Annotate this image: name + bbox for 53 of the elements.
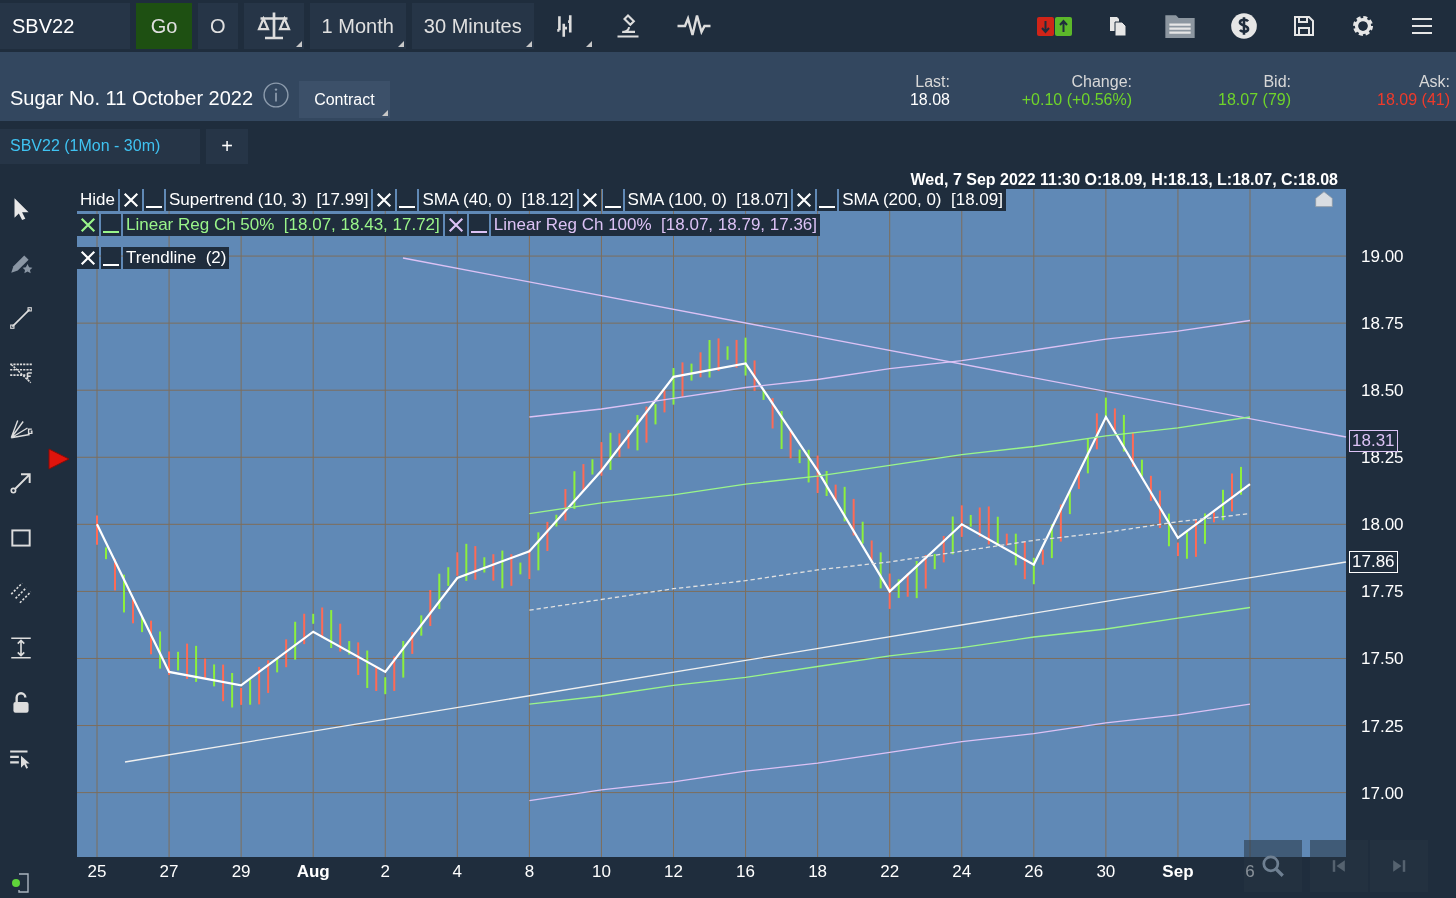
- date-axis-label: 22: [880, 862, 900, 881]
- quote-label: Change:: [1071, 73, 1132, 91]
- price-axis-label: 18.00: [1361, 515, 1404, 535]
- date-axis-label: 6: [1245, 862, 1255, 881]
- price-axis-label: 17.75: [1361, 582, 1404, 602]
- date-axis-label: 18: [808, 862, 828, 881]
- range-dropdown[interactable]: 1 Month: [309, 3, 406, 49]
- date-axis-label: 10: [592, 862, 611, 881]
- date-axis-label: 26: [1024, 862, 1044, 881]
- quote-value: +0.10 (+0.56%): [1021, 91, 1132, 109]
- bar-info-text: Wed, 7 Sep 2022 11:30 O:18.09, H:18.13, L:18.07, C:18.08: [910, 171, 1338, 189]
- price-axis-label: 17.50: [1361, 649, 1404, 669]
- go-button[interactable]: Go: [136, 3, 192, 49]
- price-axis-label: 17.25: [1361, 716, 1404, 736]
- date-axis-label: Aug: [296, 862, 330, 881]
- date-axis-label: 12: [664, 862, 683, 881]
- date-axis-label: 25: [87, 862, 107, 881]
- price-axis-label: 18.75: [1361, 314, 1404, 334]
- quote-label: Ask:: [1418, 73, 1450, 91]
- date-axis-label: 24: [952, 862, 972, 881]
- date-axis-label: 27: [159, 862, 179, 881]
- indicator-label: Linear Reg Ch 100% [18.07, 18.79, 17.36]: [490, 214, 821, 236]
- interval-dropdown[interactable]: 30 Minutes: [411, 3, 534, 49]
- symbol-input[interactable]: SBV22: [0, 3, 130, 49]
- chart-tab[interactable]: SBV22 (1Mon - 30m): [0, 128, 200, 164]
- price-tag: 17.86: [1349, 550, 1398, 573]
- price-tag: 18.31: [1349, 430, 1398, 453]
- price-axis-label: 19.00: [1361, 247, 1404, 267]
- indicator-label: SMA (200, 0) [18.09]: [839, 189, 1006, 211]
- indicator-label: Linear Reg Ch 50% [18.07, 18.43, 17.72]: [123, 214, 443, 236]
- contract-dropdown[interactable]: Contract: [299, 81, 390, 118]
- quote-value: 18.07 (79): [1218, 91, 1291, 109]
- instrument-title: Sugar No. 11 October 2022: [10, 87, 254, 110]
- date-axis-label: 4: [452, 862, 463, 881]
- quote-value: 18.09 (41): [1377, 91, 1450, 109]
- indicator-label: Trendline (2): [123, 247, 230, 269]
- date-axis-label: 16: [736, 862, 755, 881]
- add-tab-button[interactable]: +: [206, 128, 248, 164]
- quote-label: Last:: [915, 73, 950, 91]
- indicator-label: Supertrend (10, 3) [17.99]: [165, 189, 372, 211]
- price-axis-label: 17.00: [1361, 783, 1404, 803]
- quote-label: Bid:: [1263, 73, 1291, 91]
- indicator-label: SMA (40, 0) [18.12]: [419, 189, 577, 211]
- indicator-label: SMA (100, 0) [18.07]: [624, 189, 792, 211]
- quote-value: 18.08: [909, 91, 950, 109]
- date-axis-label: Sep: [1162, 862, 1194, 881]
- o-button[interactable]: O: [198, 3, 238, 49]
- date-axis-label: 8: [524, 862, 535, 881]
- date-axis-label: 29: [231, 862, 251, 881]
- hide-button[interactable]: Hide: [77, 189, 118, 211]
- date-axis-label: 2: [380, 862, 390, 881]
- date-axis-label: 30: [1096, 862, 1116, 881]
- price-axis-label: 18.50: [1361, 381, 1404, 401]
